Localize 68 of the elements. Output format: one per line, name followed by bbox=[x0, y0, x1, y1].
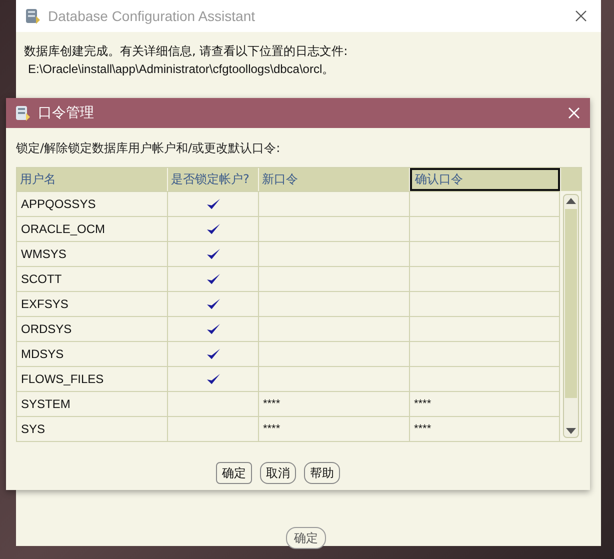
table-cell: SYS bbox=[17, 416, 168, 441]
table-cell[interactable]: **** bbox=[259, 416, 410, 441]
ok-button[interactable]: 确定 bbox=[286, 527, 326, 549]
checkmark-icon bbox=[206, 248, 220, 260]
message-text: 数据库创建完成。有关详细信息, 请查看以下位置的日志文件: bbox=[24, 43, 349, 60]
scrollbar[interactable] bbox=[563, 194, 579, 438]
column-header[interactable]: 确认口令 bbox=[410, 168, 560, 191]
table-cell[interactable] bbox=[259, 291, 410, 316]
scroll-thumb[interactable] bbox=[565, 209, 577, 398]
table-cell[interactable] bbox=[168, 291, 259, 316]
dialog-button[interactable]: 确定 bbox=[216, 462, 252, 484]
table-cell[interactable] bbox=[410, 266, 560, 291]
table-cell[interactable] bbox=[259, 341, 410, 366]
checkmark-icon bbox=[206, 348, 220, 360]
table-cell[interactable] bbox=[259, 241, 410, 266]
table-cell: SCOTT bbox=[17, 266, 168, 291]
checkmark-icon bbox=[206, 322, 220, 336]
table-cell[interactable] bbox=[259, 316, 410, 341]
table-cell[interactable] bbox=[168, 241, 259, 266]
dialog-title: 口令管理 bbox=[38, 104, 94, 122]
checkmark-icon bbox=[206, 372, 220, 386]
table-cell[interactable] bbox=[259, 366, 410, 391]
scroll-down-icon[interactable] bbox=[566, 428, 576, 434]
table-cell[interactable] bbox=[410, 341, 560, 366]
table-cell[interactable] bbox=[168, 341, 259, 366]
table-cell[interactable] bbox=[410, 241, 560, 266]
table-cell[interactable] bbox=[410, 316, 560, 341]
table-cell[interactable]: **** bbox=[259, 391, 410, 416]
table-cell[interactable] bbox=[168, 316, 259, 341]
window-title: Database Configuration Assistant bbox=[48, 8, 256, 24]
table-cell: WMSYS bbox=[17, 241, 168, 266]
checkmark-icon bbox=[206, 198, 220, 210]
dialog-button[interactable]: 取消 bbox=[260, 462, 296, 484]
table-cell[interactable] bbox=[168, 266, 259, 291]
instruction-text: 锁定/解除锁定数据库用户帐户和/或更改默认口令: bbox=[16, 140, 282, 156]
table-cell[interactable] bbox=[168, 216, 259, 241]
table-cell[interactable] bbox=[168, 191, 259, 216]
table-cell[interactable] bbox=[410, 366, 560, 391]
table-cell[interactable] bbox=[410, 191, 560, 216]
table-cell[interactable]: **** bbox=[410, 416, 560, 441]
table-cell[interactable]: **** bbox=[410, 391, 560, 416]
scroll-up-icon[interactable] bbox=[566, 198, 576, 204]
close-icon[interactable] bbox=[575, 10, 587, 22]
checkmark-icon bbox=[206, 272, 220, 286]
table-cell[interactable] bbox=[410, 216, 560, 241]
table-cell: MDSYS bbox=[17, 341, 168, 366]
table-cell[interactable] bbox=[168, 366, 259, 391]
table-cell[interactable] bbox=[259, 266, 410, 291]
table-cell: FLOWS_FILES bbox=[17, 366, 168, 391]
database-icon bbox=[24, 7, 42, 25]
table-cell: SYSTEM bbox=[17, 391, 168, 416]
table-cell: EXFSYS bbox=[17, 291, 168, 316]
dialog-button[interactable]: 帮助 bbox=[304, 462, 340, 484]
table-cell[interactable] bbox=[168, 391, 259, 416]
table-cell[interactable] bbox=[259, 191, 410, 216]
table-cell[interactable] bbox=[410, 291, 560, 316]
message-text: E:\Oracle\install\app\Administrator\cfgtoollogs\dbca\orcl。 bbox=[27, 61, 336, 78]
checkmark-icon bbox=[206, 222, 220, 236]
column-header[interactable]: 是否锁定帐户? bbox=[168, 168, 259, 191]
table-cell: ORDSYS bbox=[17, 316, 168, 341]
checkmark-icon bbox=[206, 298, 220, 310]
table-cell[interactable] bbox=[168, 416, 259, 441]
table-cell: ORACLE_OCM bbox=[17, 216, 168, 241]
table-cell: APPQOSSYS bbox=[17, 191, 168, 216]
column-header[interactable]: 用户名 bbox=[17, 168, 168, 191]
column-header[interactable]: 新口令 bbox=[259, 168, 410, 191]
database-icon bbox=[14, 104, 32, 122]
table-cell[interactable] bbox=[259, 216, 410, 241]
